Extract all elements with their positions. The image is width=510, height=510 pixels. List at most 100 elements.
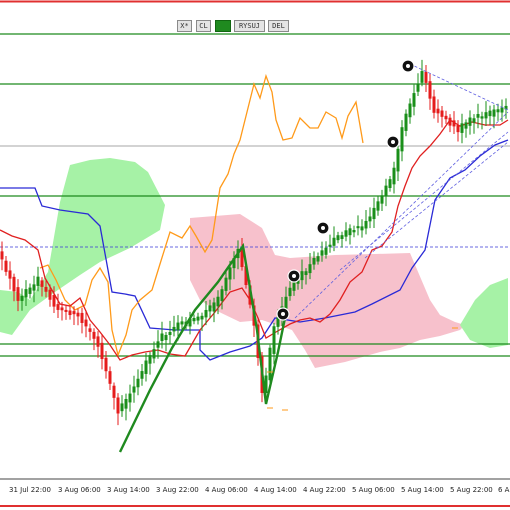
x-tick-label: 5 Aug 22:00	[450, 486, 493, 494]
cloud-bull-area	[460, 278, 508, 348]
candle-body	[108, 371, 112, 384]
candle-body	[172, 326, 176, 332]
candle-body	[340, 235, 344, 239]
candle-body	[376, 201, 380, 211]
candle-body	[432, 96, 436, 113]
candle-body	[476, 114, 480, 118]
candle-body	[32, 284, 36, 291]
candle-body	[180, 321, 184, 325]
candle-body	[160, 333, 164, 341]
candle-body	[212, 302, 216, 312]
x-tick-label: 3 Aug 14:00	[107, 486, 150, 494]
candle-body	[268, 347, 272, 381]
chart-window[interactable]: X* CL RYSUJ DEL 31 Jul 22:00 3 Aug 06:00…	[0, 0, 510, 510]
candle-body	[164, 334, 168, 341]
candle-body	[124, 398, 128, 409]
candle-body	[68, 310, 72, 316]
candle-body	[424, 71, 428, 83]
candle-body	[228, 267, 232, 280]
candle-body	[36, 276, 40, 286]
candle-body	[348, 228, 352, 236]
candle-body	[140, 371, 144, 379]
x-tick-label: 5 Aug 14:00	[401, 486, 444, 494]
candle-body	[464, 122, 468, 129]
candle-body	[136, 378, 140, 388]
candle-body	[316, 256, 320, 262]
price-chart[interactable]	[0, 0, 510, 510]
candle-body	[84, 319, 88, 327]
candle-body	[492, 109, 496, 117]
candle-body	[132, 386, 136, 393]
candle-body	[404, 113, 408, 131]
candle-body	[28, 287, 32, 294]
candle-body	[412, 93, 416, 107]
candle-body	[44, 286, 48, 292]
candle-body	[12, 276, 16, 292]
candle-body	[320, 250, 324, 256]
candle-body	[144, 360, 148, 374]
x-tick-label: 5 Aug 06:00	[352, 486, 395, 494]
candle-body	[444, 115, 448, 120]
candle-body	[360, 226, 364, 231]
candle-body	[272, 326, 276, 354]
x-tick-label: 3 Aug 06:00	[58, 486, 101, 494]
candle-body	[500, 107, 504, 113]
candle-body	[328, 244, 332, 247]
candle-body	[484, 112, 488, 119]
candle-body	[176, 322, 180, 331]
candle-body	[116, 397, 120, 414]
x-tick-label: 4 Aug 14:00	[254, 486, 297, 494]
candle-body	[384, 185, 388, 196]
candle-body	[152, 349, 156, 359]
candle-body	[4, 260, 8, 272]
toolbar-color-button[interactable]	[215, 20, 231, 32]
candle-body	[96, 336, 100, 347]
candle-body	[288, 287, 292, 297]
candle-body	[16, 287, 20, 301]
candle-body	[344, 230, 348, 237]
x-tick-label: 6 Au	[498, 486, 510, 494]
signal-marker-dot	[281, 312, 285, 316]
candle-body	[208, 305, 212, 312]
candle-body	[56, 304, 60, 310]
candle-body	[156, 341, 160, 348]
candle-body	[168, 331, 172, 335]
candle-body	[20, 295, 24, 301]
candle-body	[312, 258, 316, 265]
candle-body	[292, 281, 296, 291]
candle-body	[436, 108, 440, 114]
candle-body	[408, 103, 412, 118]
candle-body	[128, 393, 132, 403]
toolbar-button-x[interactable]: X*	[177, 20, 192, 32]
candle-body	[200, 315, 204, 320]
candle-body	[192, 317, 196, 322]
candle-body	[480, 116, 484, 119]
candle-body	[104, 357, 108, 372]
candle-body	[428, 81, 432, 99]
signal-marker-dot	[321, 226, 325, 230]
candle-body	[220, 289, 224, 302]
candle-body	[400, 127, 404, 152]
candle-body	[0, 251, 4, 260]
candle-body	[324, 247, 328, 255]
toolbar-button-rysuj[interactable]: RYSUJ	[234, 20, 265, 32]
toolbar-button-cl[interactable]: CL	[196, 20, 211, 32]
x-tick-label: 4 Aug 22:00	[303, 486, 346, 494]
candle-body	[364, 220, 368, 229]
candle-body	[100, 342, 104, 360]
candle-body	[368, 216, 372, 222]
candle-body	[356, 226, 360, 229]
candle-body	[24, 289, 28, 298]
candle-body	[352, 230, 356, 233]
candle-body	[52, 295, 56, 307]
candle-body	[284, 296, 288, 309]
candle-body	[332, 237, 336, 246]
candle-body	[372, 207, 376, 220]
candle-body	[80, 312, 84, 323]
candle-body	[488, 110, 492, 117]
signal-marker-dot	[391, 140, 395, 144]
toolbar-button-del[interactable]: DEL	[268, 20, 289, 32]
candle-body	[72, 311, 76, 315]
candle-body	[60, 307, 64, 311]
projection-line	[409, 63, 509, 111]
